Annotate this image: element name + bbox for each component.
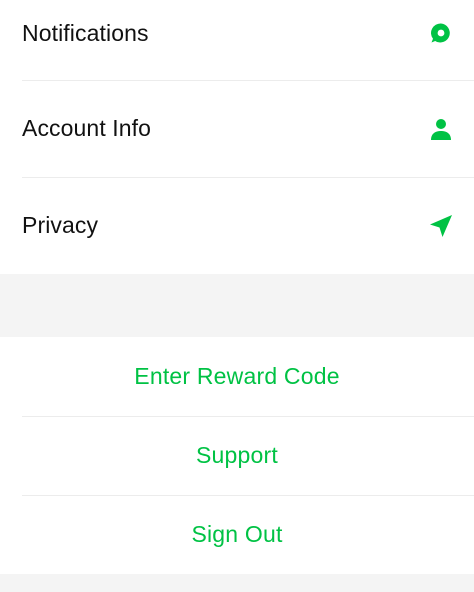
action-label: Sign Out [191, 521, 283, 547]
enter-reward-code-button[interactable]: Enter Reward Code [0, 337, 474, 416]
action-label: Support [196, 442, 278, 468]
settings-item-label: Privacy [22, 212, 99, 238]
settings-list: Notifications Account Info Privacy [0, 0, 474, 274]
chat-bubble-icon [428, 20, 454, 46]
bottom-band [0, 574, 474, 592]
section-divider-band [0, 274, 474, 337]
settings-item-label: Account Info [22, 115, 152, 141]
person-icon [428, 116, 454, 142]
settings-item-label: Notifications [22, 19, 149, 46]
settings-item-notifications[interactable]: Notifications [0, 0, 474, 80]
action-label: Enter Reward Code [134, 363, 340, 389]
sign-out-button[interactable]: Sign Out [0, 495, 474, 574]
location-arrow-icon [428, 213, 454, 239]
actions-list: Enter Reward Code Support Sign Out [0, 337, 474, 574]
support-button[interactable]: Support [0, 416, 474, 495]
settings-item-privacy[interactable]: Privacy [0, 177, 474, 274]
settings-item-account-info[interactable]: Account Info [0, 80, 474, 177]
settings-screen: Notifications Account Info Privacy Enter… [0, 0, 474, 592]
